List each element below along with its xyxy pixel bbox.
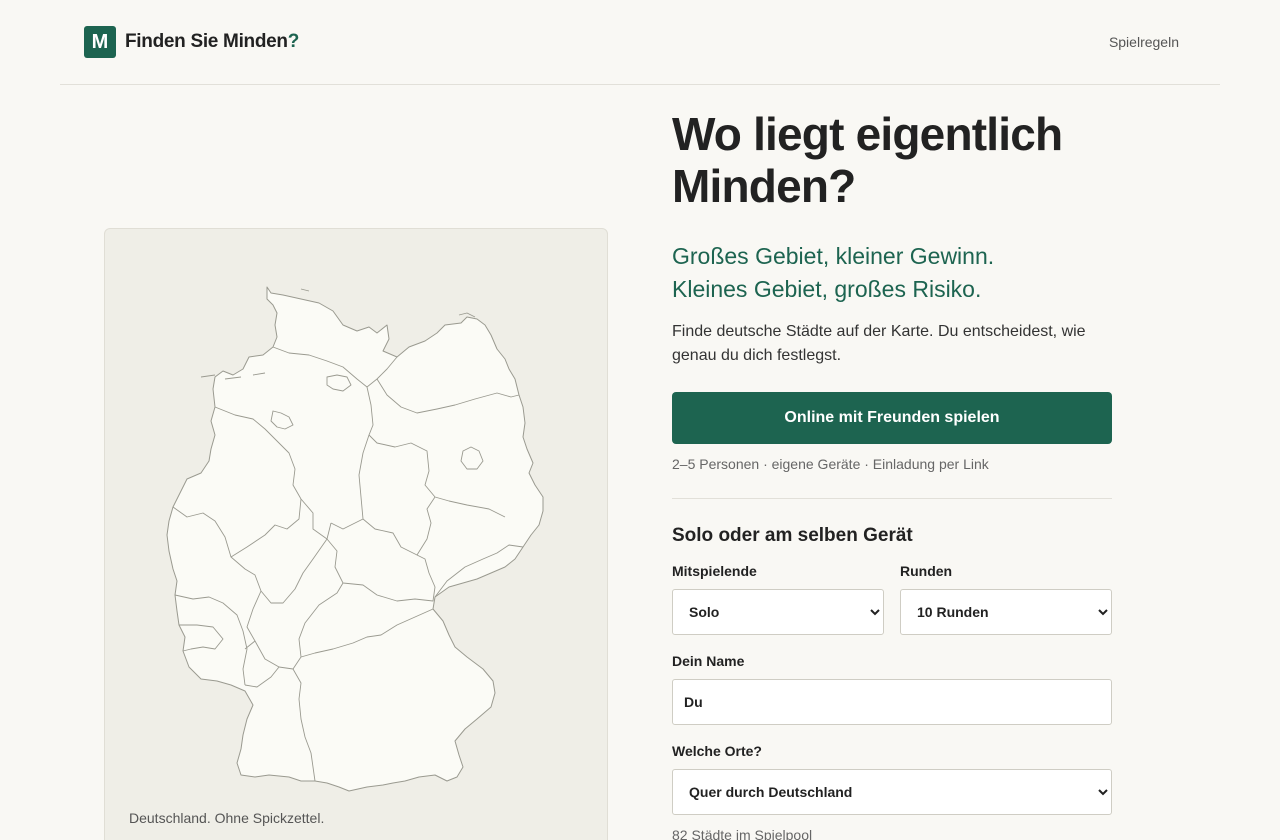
germany-map[interactable] — [105, 229, 608, 840]
tagline: Großes Gebiet, kleiner Gewinn. Kleines G… — [672, 240, 1112, 306]
solo-heading: Solo oder am selben Gerät — [672, 525, 913, 546]
site-title: Finden Sie Minden? — [125, 31, 299, 53]
intro-text: Finde deutsche Städte auf der Karte. Du … — [672, 323, 1086, 364]
site-header: M Finden Sie Minden? Spielregeln — [60, 0, 1220, 85]
germany-outline — [166, 286, 544, 792]
logo-mark: M — [84, 26, 116, 58]
rounds-select[interactable]: 10 Runden — [900, 589, 1112, 635]
name-input[interactable] — [672, 679, 1112, 725]
rounds-field: Runden 10 Runden — [900, 563, 1112, 635]
players-select[interactable]: Solo — [672, 589, 884, 635]
germany-map-card: Deutschland. Ohne Spickzettel. — [104, 228, 608, 840]
tagline-line-2: Kleines Gebiet, großes Risiko. — [672, 276, 982, 302]
map-caption: Deutschland. Ohne Spickzettel. — [129, 810, 325, 826]
tagline-line-1: Großes Gebiet, kleiner Gewinn. — [672, 243, 995, 269]
players-rounds-row: Mitspielende Solo Runden 10 Runden — [672, 563, 1112, 635]
rounds-label: Runden — [900, 563, 953, 579]
players-label: Mitspielende — [672, 563, 757, 579]
site-title-suffix: ? — [287, 31, 300, 52]
places-label: Welche Orte? — [672, 743, 762, 759]
logo[interactable]: M Finden Sie Minden? — [84, 26, 299, 58]
places-select[interactable]: Quer durch Deutschland — [672, 769, 1112, 815]
hero-panel: Wo liegt eigentlich Minden? Großes Gebie… — [672, 108, 1112, 840]
nav-rules-link[interactable]: Spielregeln — [1109, 34, 1179, 50]
online-hint: 2–5 Personen · eigene Geräte · Einladung… — [672, 456, 989, 472]
pool-note: 82 Städte im Spielpool — [672, 827, 813, 840]
name-label: Dein Name — [672, 653, 745, 669]
divider — [672, 498, 1112, 499]
play-online-button[interactable]: Online mit Freunden spielen — [672, 392, 1112, 444]
players-field: Mitspielende Solo — [672, 563, 884, 635]
site-title-text: Finden Sie Minden — [125, 31, 288, 52]
page-title: Wo liegt eigentlich Minden? — [672, 108, 1063, 212]
